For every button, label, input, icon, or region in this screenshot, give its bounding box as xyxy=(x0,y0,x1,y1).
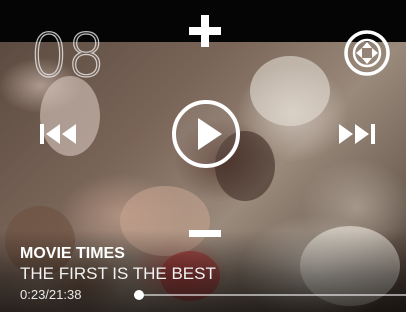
skip-previous-icon[interactable] xyxy=(38,119,80,149)
play-icon[interactable] xyxy=(170,98,242,170)
playback-time: 0:23/21:38 xyxy=(20,287,82,302)
video-scene-shape xyxy=(250,56,330,126)
progress-handle[interactable] xyxy=(133,290,144,300)
media-title: MOVIE TIMES xyxy=(20,245,125,262)
progress-bar[interactable] xyxy=(133,290,406,300)
track-counter: 08 xyxy=(29,21,106,91)
video-player: 08 MOVIE TIMES THE FIRST IS THE BEST 0:2… xyxy=(0,0,406,312)
minus-icon[interactable] xyxy=(186,221,224,245)
skip-next-icon[interactable] xyxy=(335,119,377,149)
move-arrows-icon[interactable] xyxy=(342,28,392,78)
media-subtitle: THE FIRST IS THE BEST xyxy=(20,264,216,283)
plus-icon[interactable] xyxy=(186,12,224,50)
